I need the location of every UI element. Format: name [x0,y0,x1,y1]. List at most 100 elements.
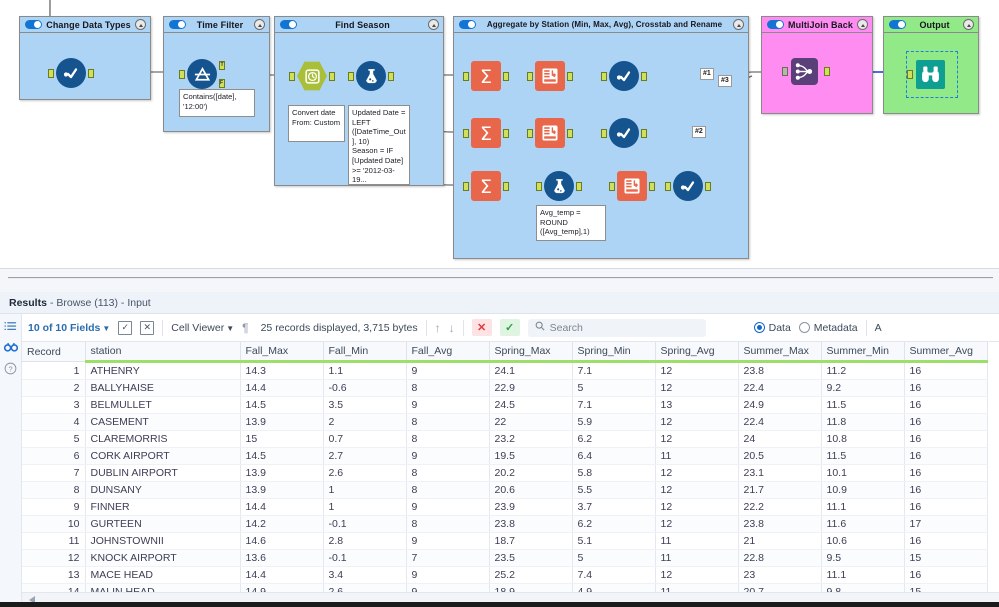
column-header[interactable]: Spring_Max [489,342,573,363]
record-number-cell[interactable]: 3 [22,396,86,414]
table-cell[interactable]: 14.4 [240,498,324,516]
table-cell[interactable]: 13.9 [240,481,324,499]
table-cell[interactable]: 13.6 [240,549,324,567]
table-cell[interactable]: 12 [655,515,739,533]
table-cell[interactable]: BALLYHAISE [85,379,241,397]
splitter-grip[interactable] [8,277,993,279]
column-header[interactable]: Record [22,342,86,362]
table-cell[interactable]: 11.1 [821,498,905,516]
column-header[interactable]: Summer_Avg [904,342,988,363]
arrow-down-icon[interactable]: ↓ [449,321,455,335]
table-cell[interactable]: 8 [406,464,490,482]
table-row[interactable]: 14 MALIN HEAD 14.9 2.6 9 18.9 4.9 11 20.7 9.8 15 [22,583,988,592]
fields-selector[interactable]: 10 of 10 Fields ▼ [28,322,110,334]
table-cell[interactable]: JOHNSTOWNII [85,532,241,550]
output-anchor[interactable] [503,129,509,138]
table-cell[interactable]: 14.4 [240,566,324,584]
container-change-data-types[interactable]: Change Data Types [19,16,151,100]
table-row[interactable]: 7 DUBLIN AIRPORT 13.9 2.6 8 20.2 5.8 12 23.1 10.1… [22,464,988,482]
table-cell[interactable]: 13.9 [240,464,324,482]
input-anchor[interactable] [536,182,542,191]
table-cell[interactable]: -0.1 [323,549,407,567]
tool-browse[interactable] [907,60,946,90]
pilcrow-icon[interactable]: ¶ [242,321,248,335]
table-cell[interactable]: 11 [655,447,739,465]
table-cell[interactable]: 8 [406,481,490,499]
table-row[interactable]: 8 DUNSANY 13.9 1 8 20.6 5.5 12 21.7 10.9 16 [22,481,988,499]
output-anchor[interactable] [88,69,94,78]
table-cell[interactable]: FINNER [85,498,241,516]
table-cell[interactable]: 12 [655,498,739,516]
table-cell[interactable]: 8 [406,379,490,397]
table-cell[interactable]: DUNSANY [85,481,241,499]
input-anchor[interactable] [179,70,185,79]
table-cell[interactable]: 2 [323,413,407,431]
table-cell[interactable]: 6.2 [572,515,656,533]
input-anchor[interactable] [348,72,354,81]
table-cell[interactable]: 6.4 [572,447,656,465]
table-cell[interactable]: 12 [655,413,739,431]
table-cell[interactable]: CLAREMORRIS [85,430,241,448]
table-cell[interactable]: 3.7 [572,498,656,516]
table-cell[interactable]: 7 [406,549,490,567]
input-anchor[interactable] [289,72,295,81]
table-row[interactable]: 12 KNOCK AIRPORT 13.6 -0.1 7 23.5 5 11 22.8 9.5 15 [22,549,988,567]
tool-filter[interactable]: T F [179,59,225,89]
table-cell[interactable]: CORK AIRPORT [85,447,241,465]
table-cell[interactable]: 21 [738,532,822,550]
table-cell[interactable]: 14.4 [240,379,324,397]
table-cell[interactable]: 0.7 [323,430,407,448]
input-anchor[interactable] [463,129,469,138]
table-cell[interactable]: 14.9 [240,583,324,592]
record-number-cell[interactable]: 2 [22,379,86,397]
tool-datetime[interactable] [289,61,335,91]
table-cell[interactable]: 11 [655,583,739,592]
table-cell[interactable]: 5.5 [572,481,656,499]
input-anchor[interactable] [527,129,533,138]
table-cell[interactable]: 22.4 [738,379,822,397]
table-cell[interactable]: 11.5 [821,396,905,414]
table-cell[interactable]: 2.8 [323,532,407,550]
table-cell[interactable]: 16 [904,464,988,482]
table-cell[interactable]: 7.4 [572,566,656,584]
output-anchor[interactable] [503,182,509,191]
table-cell[interactable]: 20.2 [489,464,573,482]
table-cell[interactable]: 22.8 [738,549,822,567]
tool-select[interactable] [665,171,711,201]
table-cell[interactable]: CASEMENT [85,413,241,431]
table-cell[interactable]: 1.1 [323,361,407,380]
table-cell[interactable]: 9 [406,498,490,516]
table-cell[interactable]: 23.2 [489,430,573,448]
column-header[interactable]: Spring_Min [572,342,656,363]
record-number-cell[interactable]: 5 [22,430,86,448]
table-cell[interactable]: 23.8 [738,515,822,533]
column-header[interactable]: Fall_Max [240,342,324,363]
container-header[interactable]: Change Data Types [20,17,150,33]
arrow-up-icon[interactable]: ↑ [435,321,441,335]
table-cell[interactable]: 24 [738,430,822,448]
table-cell[interactable]: 2.6 [323,583,407,592]
tool-formula[interactable] [536,171,582,201]
input-anchor[interactable] [601,72,607,81]
table-cell[interactable]: 14.5 [240,447,324,465]
container-time-filter[interactable]: Time Filter T F Contains([date], '12:00'… [163,16,270,132]
column-header[interactable]: Spring_Avg [655,342,739,363]
table-cell[interactable]: 14.2 [240,515,324,533]
results-grid[interactable]: Record station Fall_Max Fall_Min Fall_Avg Spr… [22,342,999,592]
container-toggle-icon[interactable] [767,20,784,29]
column-header[interactable]: Summer_Min [821,342,905,363]
table-cell[interactable]: 16 [904,481,988,499]
table-cell[interactable]: 9.8 [821,583,905,592]
container-header[interactable]: Time Filter [164,17,269,33]
output-anchor[interactable] [641,72,647,81]
tool-crosstab[interactable] [527,118,573,148]
table-cell[interactable]: 17 [904,515,988,533]
table-row[interactable]: 5 CLAREMORRIS 15 0.7 8 23.2 6.2 12 24 10.8 16 [22,430,988,448]
table-cell[interactable]: 9 [406,396,490,414]
tool-summarize[interactable]: Σ [463,171,509,201]
table-cell[interactable]: 5.8 [572,464,656,482]
table-row[interactable]: 3 BELMULLET 14.5 3.5 9 24.5 7.1 13 24.9 11.5 16 [22,396,988,414]
table-cell[interactable]: 20.7 [738,583,822,592]
output-anchor[interactable] [576,182,582,191]
table-cell[interactable]: 16 [904,396,988,414]
